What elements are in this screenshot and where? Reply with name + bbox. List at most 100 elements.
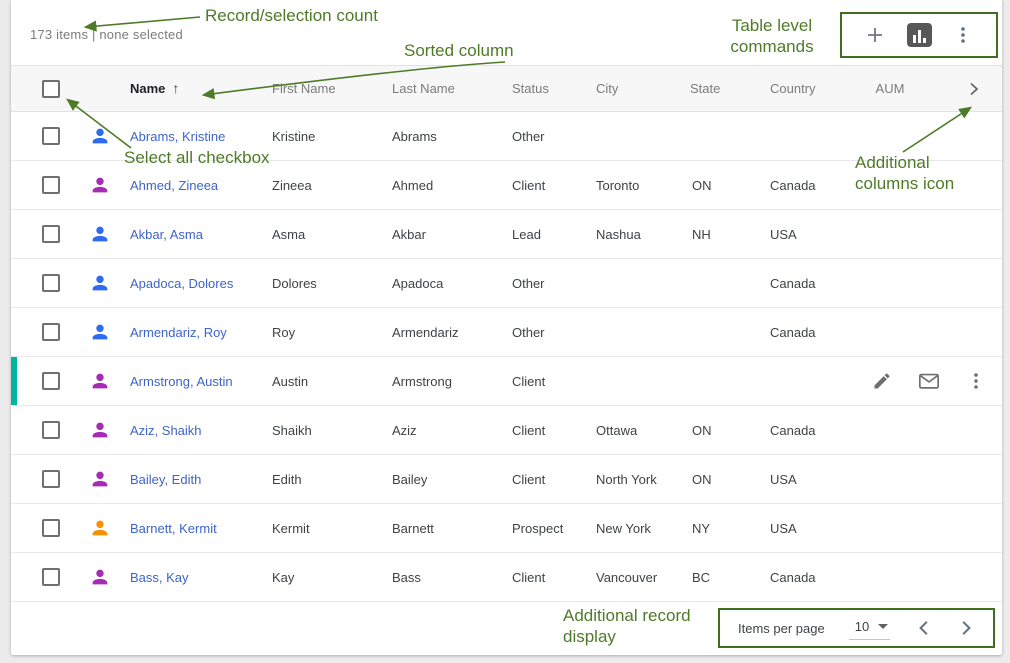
cell-aum	[849, 504, 931, 552]
cell-last-name: Armendariz	[375, 308, 495, 356]
record-name-link[interactable]: Armendariz, Roy	[130, 325, 227, 340]
record-name-link[interactable]: Abrams, Kristine	[130, 129, 225, 144]
table-body: Abrams, Kristine Kristine Abrams Other A…	[11, 112, 1002, 602]
cell-first-name: Kristine	[255, 112, 375, 160]
cell-aum	[849, 112, 931, 160]
cell-status: Prospect	[495, 504, 579, 552]
select-all-checkbox[interactable]	[42, 80, 60, 98]
row-actions	[872, 357, 986, 405]
row-checkbox[interactable]	[42, 127, 60, 145]
cell-last-name: Apadoca	[375, 259, 495, 307]
person-icon	[89, 174, 111, 196]
row-checkbox[interactable]	[42, 274, 60, 292]
cell-last-name: Barnett	[375, 504, 495, 552]
record-name-link[interactable]: Bass, Kay	[130, 570, 189, 585]
cell-status: Other	[495, 112, 579, 160]
cell-status: Lead	[495, 210, 579, 258]
previous-page-button[interactable]	[915, 619, 933, 637]
record-name-link[interactable]: Bailey, Edith	[130, 472, 201, 487]
row-more-options-icon[interactable]	[966, 371, 986, 391]
cell-state: ON	[673, 161, 753, 209]
cell-aum	[849, 553, 931, 601]
cell-country: USA	[753, 504, 849, 552]
sort-ascending-icon: ↑	[172, 80, 179, 96]
row-checkbox[interactable]	[42, 519, 60, 537]
cell-aum	[849, 259, 931, 307]
cell-last-name: Abrams	[375, 112, 495, 160]
record-name-link[interactable]: Barnett, Kermit	[130, 521, 217, 536]
cell-state	[673, 357, 753, 405]
person-icon	[89, 517, 111, 539]
record-count: 173 items | none selected	[30, 27, 183, 42]
additional-columns-icon[interactable]	[966, 81, 982, 97]
row-checkbox[interactable]	[42, 421, 60, 439]
cell-city	[579, 259, 673, 307]
record-name-link[interactable]: Aziz, Shaikh	[130, 423, 202, 438]
cell-city: Ottawa	[579, 406, 673, 454]
table-row: Armstrong, Austin Austin Armstrong Clien…	[11, 357, 1002, 406]
page: { "colors": { "annotation_green": "#4e7b…	[0, 0, 1010, 663]
items-per-page-label: Items per page	[738, 621, 825, 636]
cell-state: NY	[673, 504, 753, 552]
cell-state: BC	[673, 553, 753, 601]
column-header-state[interactable]: State	[673, 66, 753, 111]
dropdown-caret-icon	[878, 624, 888, 629]
row-checkbox[interactable]	[42, 372, 60, 390]
column-header-city[interactable]: City	[579, 66, 673, 111]
person-icon	[89, 370, 111, 392]
items-per-page-value: 10	[855, 619, 869, 634]
column-header-status[interactable]: Status	[495, 66, 579, 111]
row-checkbox[interactable]	[42, 176, 60, 194]
column-header-name[interactable]: Name↑	[113, 66, 255, 111]
pagination-bar: Items per page 10	[718, 608, 995, 648]
cell-first-name: Asma	[255, 210, 375, 258]
row-checkbox[interactable]	[42, 225, 60, 243]
row-checkbox[interactable]	[42, 323, 60, 341]
table-more-options-button[interactable]	[950, 22, 976, 48]
next-page-button[interactable]	[957, 619, 975, 637]
header-checkbox-cell	[11, 66, 67, 111]
table-row: Abrams, Kristine Kristine Abrams Other	[11, 112, 1002, 161]
cell-aum	[849, 455, 931, 503]
column-header-first-name[interactable]: First Name	[255, 66, 375, 111]
edit-pencil-icon[interactable]	[872, 371, 892, 391]
cell-country: Canada	[753, 161, 849, 209]
person-icon	[89, 468, 111, 490]
email-envelope-icon[interactable]	[918, 371, 940, 391]
cell-country: Canada	[753, 406, 849, 454]
cell-last-name: Aziz	[375, 406, 495, 454]
table-card: 173 items | none selected Name↑First Nam…	[11, 0, 1002, 655]
cell-aum	[849, 161, 931, 209]
items-per-page-select[interactable]: 10	[849, 616, 890, 640]
person-icon	[89, 321, 111, 343]
cell-aum	[849, 308, 931, 356]
cell-state: ON	[673, 406, 753, 454]
cell-city: Vancouver	[579, 553, 673, 601]
column-header-country[interactable]: Country	[753, 66, 849, 111]
chart-button[interactable]	[906, 22, 932, 48]
column-header-aum[interactable]: AUM	[849, 66, 931, 111]
record-name-link[interactable]: Apadoca, Dolores	[130, 276, 233, 291]
add-record-button[interactable]	[862, 22, 888, 48]
cell-state: ON	[673, 455, 753, 503]
row-checkbox[interactable]	[42, 470, 60, 488]
record-name-link[interactable]: Akbar, Asma	[130, 227, 203, 242]
cell-city	[579, 357, 673, 405]
cell-country: Canada	[753, 553, 849, 601]
table-row: Apadoca, Dolores Dolores Apadoca Other C…	[11, 259, 1002, 308]
table-row: Akbar, Asma Asma Akbar Lead Nashua NH US…	[11, 210, 1002, 259]
cell-status: Client	[495, 455, 579, 503]
cell-last-name: Akbar	[375, 210, 495, 258]
cell-country: Canada	[753, 308, 849, 356]
selected-row-indicator	[11, 357, 17, 405]
cell-first-name: Zineea	[255, 161, 375, 209]
record-name-link[interactable]: Ahmed, Zineea	[130, 178, 218, 193]
row-checkbox[interactable]	[42, 568, 60, 586]
cell-status: Client	[495, 553, 579, 601]
column-header-last-name[interactable]: Last Name	[375, 66, 495, 111]
cell-last-name: Armstrong	[375, 357, 495, 405]
cell-last-name: Ahmed	[375, 161, 495, 209]
person-icon	[89, 272, 111, 294]
record-name-link[interactable]: Armstrong, Austin	[130, 374, 233, 389]
cell-first-name: Shaikh	[255, 406, 375, 454]
